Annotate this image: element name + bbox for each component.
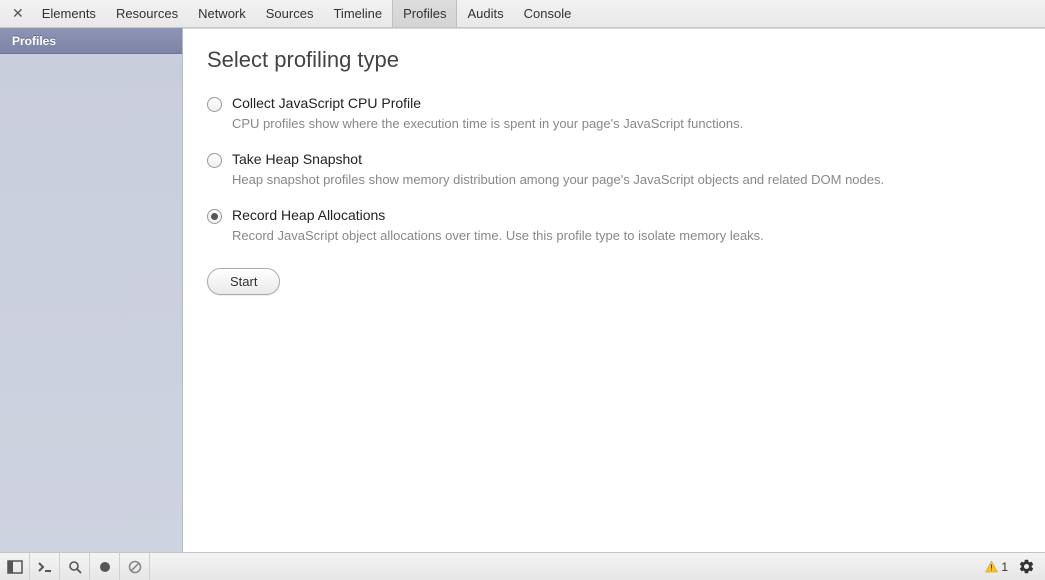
record-icon — [98, 560, 112, 574]
radio-heap-allocations[interactable] — [207, 209, 222, 224]
option-body: Record Heap Allocations Record JavaScrip… — [232, 207, 1021, 245]
warning-count[interactable]: 1 — [985, 560, 1008, 574]
search-icon — [68, 560, 82, 574]
page-title: Select profiling type — [207, 47, 1021, 73]
start-button[interactable]: Start — [207, 268, 280, 295]
sidebar-header: Profiles — [0, 28, 182, 54]
option-title: Collect JavaScript CPU Profile — [232, 95, 1021, 111]
warning-icon — [985, 560, 998, 573]
console-drawer-button[interactable] — [30, 553, 60, 580]
profile-option-heap-snapshot[interactable]: Take Heap Snapshot Heap snapshot profile… — [207, 151, 1021, 189]
option-title: Record Heap Allocations — [232, 207, 1021, 223]
clear-icon — [128, 560, 142, 574]
search-button[interactable] — [60, 553, 90, 580]
dock-button[interactable] — [0, 553, 30, 580]
tab-timeline[interactable]: Timeline — [323, 0, 392, 27]
radio-heap-snapshot[interactable] — [207, 153, 222, 168]
main-area: Profiles Select profiling type Collect J… — [0, 28, 1045, 552]
profiles-sidebar: Profiles — [0, 28, 183, 552]
option-desc: Heap snapshot profiles show memory distr… — [232, 171, 1021, 189]
close-icon: ✕ — [12, 5, 24, 22]
option-body: Take Heap Snapshot Heap snapshot profile… — [232, 151, 1021, 189]
tab-resources[interactable]: Resources — [106, 0, 188, 27]
record-button[interactable] — [90, 553, 120, 580]
tab-network[interactable]: Network — [188, 0, 256, 27]
devtools-tabs: ✕ Elements Resources Network Sources Tim… — [0, 0, 1045, 28]
tab-elements[interactable]: Elements — [32, 0, 106, 27]
footer-left — [0, 553, 150, 580]
radio-cpu[interactable] — [207, 97, 222, 112]
clear-button[interactable] — [120, 553, 150, 580]
gear-icon — [1018, 558, 1035, 575]
console-icon — [37, 560, 53, 574]
profiles-content: Select profiling type Collect JavaScript… — [183, 28, 1045, 552]
settings-button[interactable] — [1018, 558, 1035, 575]
dock-icon — [7, 560, 23, 574]
close-devtools-button[interactable]: ✕ — [8, 0, 32, 27]
option-title: Take Heap Snapshot — [232, 151, 1021, 167]
warning-count-value: 1 — [1001, 560, 1008, 574]
tab-profiles[interactable]: Profiles — [392, 0, 457, 27]
option-body: Collect JavaScript CPU Profile CPU profi… — [232, 95, 1021, 133]
option-desc: Record JavaScript object allocations ove… — [232, 227, 1021, 245]
tab-console[interactable]: Console — [514, 0, 582, 27]
footer-spacer — [150, 553, 975, 580]
footer-toolbar: 1 — [0, 552, 1045, 580]
tab-sources[interactable]: Sources — [256, 0, 324, 27]
profile-option-cpu[interactable]: Collect JavaScript CPU Profile CPU profi… — [207, 95, 1021, 133]
profile-option-heap-allocations[interactable]: Record Heap Allocations Record JavaScrip… — [207, 207, 1021, 245]
footer-right: 1 — [975, 553, 1045, 580]
option-desc: CPU profiles show where the execution ti… — [232, 115, 1021, 133]
tab-audits[interactable]: Audits — [457, 0, 513, 27]
